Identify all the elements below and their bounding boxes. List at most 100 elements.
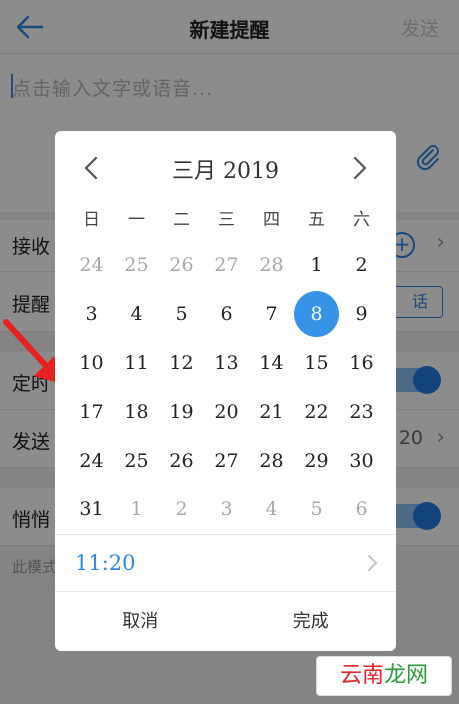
day-number: 25	[124, 254, 149, 277]
day-cell[interactable]: 12	[159, 339, 204, 388]
day-cell-other-month[interactable]: 28	[249, 241, 294, 290]
weekday-label: 二	[173, 210, 190, 230]
day-cell[interactable]: 31	[69, 485, 114, 534]
day-cell[interactable]: 19	[159, 387, 204, 436]
day-number: 10	[79, 351, 104, 374]
day-number: 30	[349, 449, 374, 472]
weekday-label: 四	[263, 210, 280, 230]
chevron-right-icon	[368, 555, 378, 571]
day-number: 26	[169, 254, 194, 277]
day-number: 29	[304, 449, 329, 472]
day-number: 6	[355, 498, 368, 521]
watermark-text-red: 云南	[339, 663, 384, 688]
day-number: 25	[124, 449, 149, 472]
day-cell[interactable]: 2	[339, 241, 384, 290]
day-number: 2	[355, 254, 368, 277]
day-number: 28	[259, 254, 284, 277]
chevron-right-icon[interactable]	[344, 153, 374, 183]
day-number: 16	[349, 351, 374, 374]
day-cell[interactable]: 6	[204, 290, 249, 339]
day-cell[interactable]: 26	[159, 436, 204, 485]
day-number: 15	[304, 351, 329, 374]
day-cell[interactable]: 16	[339, 339, 384, 388]
day-number: 3	[220, 498, 233, 521]
day-number: 27	[214, 449, 239, 472]
day-cell[interactable]: 5	[159, 290, 204, 339]
day-cell[interactable]: 4	[114, 290, 159, 339]
day-number: 4	[130, 303, 143, 326]
weekday-label: 一	[128, 210, 145, 230]
day-cell[interactable]: 13	[204, 339, 249, 388]
day-number: 9	[355, 303, 368, 326]
day-number: 4	[265, 498, 278, 521]
day-cell[interactable]: 11	[114, 339, 159, 388]
day-number: 20	[214, 400, 239, 423]
day-cell[interactable]: 9	[339, 290, 384, 339]
day-number: 27	[214, 254, 239, 277]
day-number: 12	[169, 351, 194, 374]
day-number: 3	[85, 303, 98, 326]
day-cell-other-month[interactable]: 24	[69, 241, 114, 290]
day-number: 5	[310, 498, 323, 521]
day-cell[interactable]: 20	[204, 387, 249, 436]
day-number: 26	[169, 449, 194, 472]
day-cell-other-month[interactable]: 5	[294, 485, 339, 534]
day-number: 17	[79, 400, 104, 423]
cancel-button[interactable]: 取消	[55, 592, 226, 651]
day-cell[interactable]: 21	[249, 387, 294, 436]
day-cell[interactable]: 29	[294, 436, 339, 485]
weekday-label: 五	[308, 210, 325, 230]
day-number: 18	[124, 400, 149, 423]
day-grid: 24 25 26 27 28 1 2 3 4 5 6 7 8 9 10 11 12 13 14 15 16 17 18 19 2…	[69, 241, 384, 534]
weekday-label: 日	[83, 210, 100, 230]
day-cell[interactable]: 14	[249, 339, 294, 388]
day-cell[interactable]: 17	[69, 387, 114, 436]
day-cell-other-month[interactable]: 27	[204, 241, 249, 290]
day-number: 21	[259, 400, 284, 423]
day-number: 11	[124, 351, 149, 374]
day-cell-other-month[interactable]: 25	[114, 241, 159, 290]
day-cell[interactable]: 24	[69, 436, 114, 485]
date-picker-dialog: 三月 2019 日一二三四五六 24 25 26 27 28 1 2 3 4 5 6 7 8 9 10 11 1…	[55, 131, 396, 651]
day-cell-other-month[interactable]: 3	[204, 485, 249, 534]
day-number: 23	[349, 400, 374, 423]
day-cell-other-month[interactable]: 6	[339, 485, 384, 534]
day-cell-other-month[interactable]: 1	[114, 485, 159, 534]
day-number: 14	[259, 351, 284, 374]
day-cell[interactable]: 28	[249, 436, 294, 485]
day-number: 6	[220, 303, 233, 326]
day-cell[interactable]: 18	[114, 387, 159, 436]
day-cell[interactable]: 22	[294, 387, 339, 436]
day-number: 24	[79, 449, 104, 472]
time-value: 11:20	[75, 551, 136, 575]
day-cell[interactable]: 15	[294, 339, 339, 388]
day-number: 22	[304, 400, 329, 423]
day-number: 1	[310, 254, 323, 277]
day-cell[interactable]: 30	[339, 436, 384, 485]
day-cell-other-month[interactable]: 2	[159, 485, 204, 534]
day-number: 8	[294, 291, 339, 338]
day-cell[interactable]: 27	[204, 436, 249, 485]
day-cell-other-month[interactable]: 26	[159, 241, 204, 290]
done-button[interactable]: 完成	[226, 592, 397, 651]
weekday-label: 六	[353, 210, 370, 230]
day-number: 24	[79, 254, 104, 277]
day-number: 13	[214, 351, 239, 374]
day-cell[interactable]: 10	[69, 339, 114, 388]
dialog-actions: 取消 完成	[55, 592, 396, 651]
day-cell[interactable]: 3	[69, 290, 114, 339]
weekday-label: 三	[218, 210, 235, 230]
time-selector[interactable]: 11:20	[55, 534, 396, 592]
day-number: 5	[175, 303, 188, 326]
day-number: 2	[175, 498, 188, 521]
calendar-header: 三月 2019	[55, 131, 396, 203]
day-cell-selected[interactable]: 8	[294, 290, 339, 339]
day-cell-other-month[interactable]: 4	[249, 485, 294, 534]
day-cell[interactable]: 1	[294, 241, 339, 290]
day-number: 7	[265, 303, 278, 326]
site-watermark: 云南龙网	[316, 656, 452, 696]
day-cell[interactable]: 25	[114, 436, 159, 485]
day-cell[interactable]: 7	[249, 290, 294, 339]
day-number: 31	[79, 498, 104, 521]
day-cell[interactable]: 23	[339, 387, 384, 436]
